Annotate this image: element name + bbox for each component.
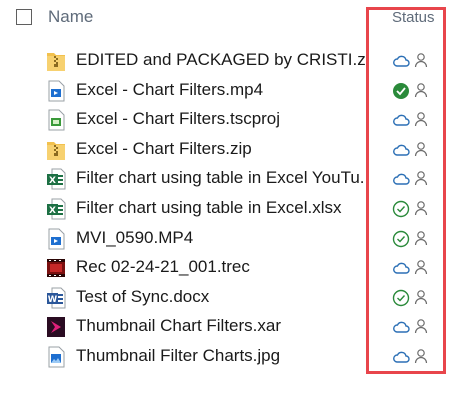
file-row[interactable]: X Filter chart using table in Excel.xlsx [0,194,474,224]
svg-text:X: X [49,206,56,216]
file-name: Filter chart using table in Excel.xlsx [76,198,342,217]
file-name: Thumbnail Filter Charts.jpg [76,346,281,365]
cloud-only-icon [392,111,410,129]
file-row[interactable]: Excel - Chart Filters.zip [0,135,474,165]
file-name: Excel - Chart Filters.zip [76,138,252,158]
file-name: Rec 02-24-21_001.trec [76,257,250,277]
file-row[interactable]: EDITED and PACKAGED by CRISTI.zip [0,46,474,76]
person-icon [414,82,428,98]
image-file-icon [46,346,66,368]
available-on-device-icon [392,200,410,218]
name-column-header[interactable]: Name [48,7,93,27]
person-icon [414,318,428,334]
word-file-icon: W [46,287,66,309]
file-row[interactable]: Thumbnail Filter Charts.jpg [0,342,474,372]
file-name: Excel - Chart Filters.tscproj [76,109,281,129]
file-name: Excel - Chart Filters.mp4 [76,79,264,99]
camtasia-project-icon [46,109,66,131]
recording-file-icon [46,257,66,279]
select-all-checkbox[interactable] [16,9,32,25]
cloud-only-icon [392,259,410,277]
xara-file-icon [46,316,66,338]
cloud-only-icon [392,170,410,188]
zip-folder-icon [46,139,66,161]
file-row[interactable]: W Test of Sync.docx [0,283,474,313]
person-icon [414,170,428,186]
svg-text:W: W [48,295,58,305]
file-name: Test of Sync.docx [76,286,210,306]
video-file-icon [46,228,66,250]
person-icon [414,348,428,364]
sort-caret-icon: ⌃ [196,0,207,9]
person-icon [414,52,428,68]
zip-folder-icon [46,50,66,72]
file-row[interactable]: Excel - Chart Filters.mp4 [0,76,474,106]
cloud-only-icon [392,141,410,159]
file-name: Thumbnail Chart Filters.xar [76,316,282,336]
video-file-icon [46,80,66,102]
file-row[interactable]: Thumbnail Chart Filters.xar [0,312,474,342]
person-icon [414,289,428,305]
file-row[interactable]: Excel - Chart Filters.tscproj [0,105,474,135]
excel-file-icon: X [46,198,66,220]
person-icon [414,259,428,275]
file-name: EDITED and PACKAGED by CRISTI.zip [76,50,370,69]
file-row[interactable]: MVI_0590.MP4 [0,224,474,254]
always-available-icon [392,82,410,100]
file-row[interactable]: X Filter chart using table in Excel YouTu… [0,164,474,194]
person-icon [414,230,428,246]
person-icon [414,200,428,216]
available-on-device-icon [392,289,410,307]
cloud-only-icon [392,318,410,336]
excel-file-icon: X [46,168,66,190]
svg-text:X: X [49,176,56,186]
available-on-device-icon [392,230,410,248]
cloud-only-icon [392,52,410,70]
file-explorer-pane: Name ⌃ Status EDITED and PACKAGED by CRI… [0,0,474,419]
status-column-header[interactable]: Status [392,9,435,26]
file-name: MVI_0590.MP4 [76,227,194,247]
person-icon [414,111,428,127]
cloud-only-icon [392,348,410,366]
person-icon [414,141,428,157]
file-name: Filter chart using table in Excel YouTu.… [76,168,370,188]
column-header-row: Name ⌃ Status [0,0,474,36]
file-row[interactable]: Rec 02-24-21_001.trec [0,253,474,283]
